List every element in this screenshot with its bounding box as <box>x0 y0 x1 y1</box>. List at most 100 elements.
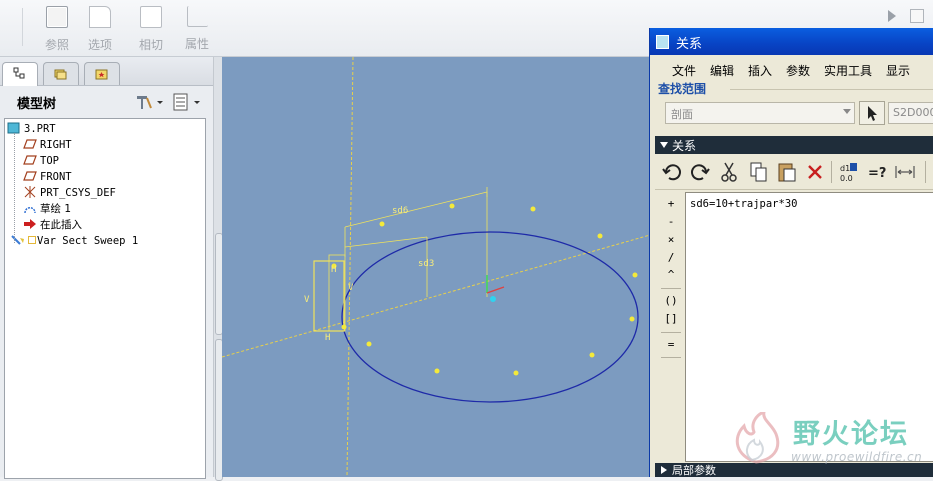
dialog-icon <box>656 35 669 49</box>
ribbon-properties-button[interactable]: 属性 <box>177 6 217 52</box>
evaluate-button[interactable]: d1 0.0 <box>837 160 861 184</box>
dimension-sd6-label[interactable]: sd6 <box>392 206 408 216</box>
tangency-icon <box>140 6 162 28</box>
evaluate-icon: d10.0 <box>840 163 857 183</box>
relation-text[interactable]: sd6=10+trajpar*30 <box>690 198 797 210</box>
scope-id-field[interactable]: S2D0003 <box>888 102 933 124</box>
dialog-title: 关系 <box>676 37 703 52</box>
tab-model-tree[interactable] <box>2 62 38 86</box>
menu-edit[interactable]: 编辑 <box>710 62 734 79</box>
expand-triangle-icon <box>660 142 668 148</box>
tree-item-var-sect-sweep[interactable]: Var Sect Sweep 1 <box>11 233 138 249</box>
copy-icon <box>750 162 767 182</box>
ribbon-references-label: 参照 <box>44 38 69 52</box>
ribbon-options-label: 选项 <box>87 38 112 52</box>
dimension-line-sd3 <box>344 236 428 297</box>
svg-text:d1: d1 <box>840 164 850 173</box>
operator-power-button[interactable]: ^ <box>659 266 683 283</box>
delete-button[interactable] <box>803 160 827 184</box>
operator-parentheses-button[interactable]: () <box>659 292 683 309</box>
tree-item-front[interactable]: FRONT <box>23 169 72 185</box>
ribbon-references-button[interactable]: 参照 <box>37 6 77 53</box>
dimension-units-icon <box>895 166 915 178</box>
operator-divide-button[interactable]: / <box>659 249 683 266</box>
tree-item-label: TOP <box>40 155 59 167</box>
verify-equals-icon: =? <box>868 166 886 181</box>
tree-item-label: RIGHT <box>40 139 72 151</box>
play-icon[interactable] <box>888 10 896 22</box>
watermark: 野火论坛 www.proewildfire.cn <box>720 406 930 468</box>
scope-select[interactable]: 剖面 <box>665 102 855 124</box>
menu-insert[interactable]: 插入 <box>748 62 772 79</box>
model-tree-title: 模型树 <box>17 97 57 112</box>
relations-section-title: 关系 <box>672 139 697 153</box>
dialog-menu-bar: 文件 编辑 插入 参数 实用工具 显示 <box>650 56 933 80</box>
tab-folder-browser[interactable] <box>43 62 79 85</box>
look-in-label: 查找范围 <box>658 82 707 96</box>
csys-x-axis <box>486 286 505 294</box>
tree-settings-button[interactable] <box>171 92 205 112</box>
ribbon-separator <box>22 8 23 46</box>
watermark-url: www.proewildfire.cn <box>791 450 923 464</box>
copy-button[interactable] <box>747 160 771 184</box>
ribbon-tangency-button[interactable]: 相切 <box>131 6 171 53</box>
tree-item-right[interactable]: RIGHT <box>23 137 72 153</box>
select-entity-button[interactable] <box>859 101 885 125</box>
folder-browser-icon <box>54 69 67 80</box>
references-icon <box>46 6 68 28</box>
menu-parameters[interactable]: 参数 <box>786 62 810 79</box>
operator-multiply-button[interactable]: × <box>659 231 683 248</box>
dialog-title-bar[interactable]: 关系 <box>650 28 933 55</box>
menu-display[interactable]: 显示 <box>886 62 910 79</box>
datum-plane-icon <box>23 155 37 165</box>
cursor-arrow-icon <box>868 106 877 121</box>
undo-button[interactable] <box>661 160 685 184</box>
operator-separator <box>661 357 681 358</box>
tree-item-csys[interactable]: PRT_CSYS_DEF <box>23 185 116 201</box>
graphics-window[interactable]: sd6 sd3 H H V V <box>222 57 650 477</box>
chevron-down-icon <box>843 109 851 114</box>
group-divider <box>730 89 933 90</box>
tree-item-top[interactable]: TOP <box>23 153 59 169</box>
operator-plus-button[interactable]: + <box>659 195 683 212</box>
properties-icon <box>186 6 208 27</box>
local-parameters-title: 局部参数 <box>672 464 716 477</box>
watermark-title: 野火论坛 <box>793 419 909 450</box>
constraint-v-label: V <box>348 283 354 293</box>
vertical-reference-line <box>346 57 354 477</box>
tree-item-sketch[interactable]: 草绘 1 <box>23 201 71 217</box>
datum-plane-icon <box>23 139 37 149</box>
operator-brackets-button[interactable]: [] <box>659 310 683 327</box>
operator-separator <box>661 332 681 333</box>
units-button[interactable] <box>893 160 917 184</box>
scope-id-value: S2D0003 <box>893 106 933 119</box>
csys-marker <box>490 296 496 302</box>
undo-icon <box>662 164 681 181</box>
collapse-triangle-icon <box>661 466 667 474</box>
dimension-sd3-label[interactable]: sd3 <box>418 259 434 269</box>
paste-button[interactable] <box>775 160 799 184</box>
operator-minus-button[interactable]: - <box>659 213 683 230</box>
constraint-h-label: H <box>331 265 337 275</box>
operator-equals-button[interactable]: = <box>659 336 683 353</box>
menu-file[interactable]: 文件 <box>672 62 696 79</box>
csys-icon <box>24 186 36 198</box>
svg-text:0.0: 0.0 <box>840 174 853 183</box>
horizontal-reference-line <box>222 234 650 358</box>
tree-tools-button[interactable] <box>133 92 167 112</box>
verify-button[interactable]: =? <box>865 160 889 184</box>
ribbon-options-button[interactable]: 选项 <box>80 6 120 53</box>
options-icon <box>89 6 111 28</box>
relations-section-header[interactable]: 关系 <box>655 136 933 154</box>
check-icon[interactable] <box>910 9 924 23</box>
dimension-extension <box>344 192 488 257</box>
trajectory-ellipse <box>341 231 639 403</box>
cut-button[interactable] <box>717 160 741 184</box>
tree-item-label: 在此插入 <box>40 219 82 231</box>
tab-favorites[interactable] <box>84 62 120 85</box>
tree-item-label: PRT_CSYS_DEF <box>40 187 116 199</box>
menu-utilities[interactable]: 实用工具 <box>824 62 872 79</box>
redo-button[interactable] <box>687 160 711 184</box>
tree-connector <box>14 133 16 243</box>
tree-item-insert-here[interactable]: 在此插入 <box>23 217 82 233</box>
